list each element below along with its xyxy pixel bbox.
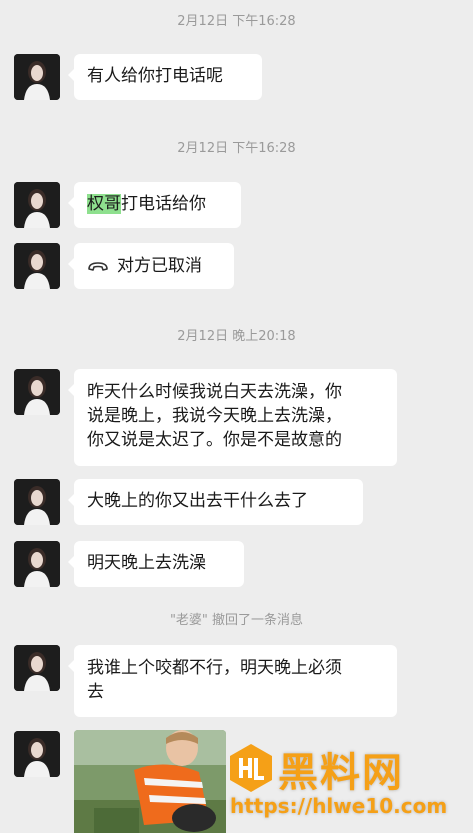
avatar-image (14, 243, 60, 289)
message-text: 有人给你打电话呢 (87, 66, 223, 86)
message-line: 去 (87, 682, 104, 702)
highlighted-name: 权哥 (87, 194, 121, 214)
message-text: 明天晚上去洗澡 (87, 553, 206, 573)
recall-sender: "老婆" (169, 613, 208, 628)
timestamp: 2月12日 下午16:28 (177, 14, 296, 29)
recall-text: 撤回了一条消息 (207, 613, 304, 628)
avatar-image (14, 731, 60, 777)
timestamp: 2月12日 下午16:28 (177, 141, 296, 156)
avatar[interactable] (14, 479, 60, 525)
message-bubble[interactable]: 权哥打电话给你 (68, 182, 241, 228)
avatar[interactable] (14, 731, 60, 777)
message-bubble[interactable]: 有人给你打电话呢 (68, 54, 262, 100)
hangup-phone-icon (88, 262, 108, 271)
watermark-url: https://hlwe10.com (230, 794, 448, 818)
recall-notice: "老婆" 撤回了一条消息 (0, 609, 473, 628)
timestamp: 2月12日 晚上20:18 (177, 329, 296, 344)
message-bubble[interactable]: 我谁上个咬都不行，明天晚上必须 去 (68, 645, 397, 717)
call-record-bubble[interactable]: 对方已取消 (68, 243, 234, 289)
watermark-logo-icon (230, 744, 272, 792)
avatar-image (14, 541, 60, 587)
avatar[interactable] (14, 541, 60, 587)
avatar-image (14, 645, 60, 691)
message-text: 打电话给你 (121, 194, 206, 214)
watermark-title: 黑料网 (278, 750, 404, 796)
message-line: 昨天什么时候我说白天去洗澡，你 (87, 382, 342, 402)
message-line: 我谁上个咬都不行，明天晚上必须 (87, 658, 342, 678)
avatar[interactable] (14, 369, 60, 415)
avatar[interactable] (14, 243, 60, 289)
message-text: 对方已取消 (117, 256, 202, 276)
message-text: 大晚上的你又出去干什么去了 (87, 491, 308, 511)
message-bubble[interactable]: 明天晚上去洗澡 (68, 541, 244, 587)
photo-thumbnail (74, 730, 226, 833)
watermark: 黑料网 https://hlwe10.com (228, 736, 473, 833)
message-bubble[interactable]: 大晚上的你又出去干什么去了 (68, 479, 363, 525)
message-line: 你又说是太迟了。你是不是故意的 (87, 430, 342, 450)
avatar-image (14, 182, 60, 228)
message-bubble[interactable]: 昨天什么时候我说白天去洗澡，你 说是晚上，我说今天晚上去洗澡， 你又说是太迟了。… (68, 369, 397, 466)
avatar-image (14, 479, 60, 525)
avatar[interactable] (14, 54, 60, 100)
avatar-image (14, 54, 60, 100)
avatar-image (14, 369, 60, 415)
avatar[interactable] (14, 645, 60, 691)
message-line: 说是晚上，我说今天晚上去洗澡， (87, 406, 342, 426)
avatar[interactable] (14, 182, 60, 228)
image-message[interactable] (74, 730, 226, 833)
